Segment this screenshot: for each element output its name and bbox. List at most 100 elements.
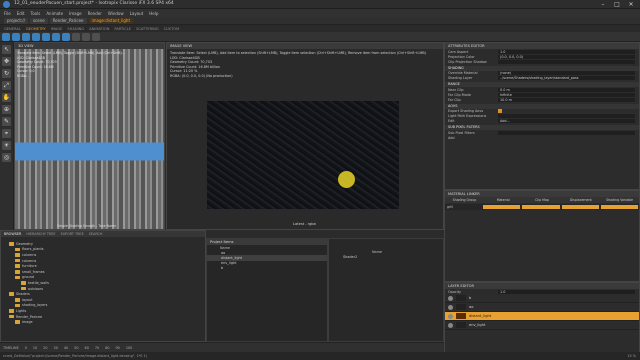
close-button[interactable]: ✕ xyxy=(624,0,638,9)
visibility-icon[interactable] xyxy=(448,295,453,301)
breadcrumb-item[interactable]: scene xyxy=(29,17,48,24)
attribute-value[interactable] xyxy=(498,59,635,64)
maximize-button[interactable]: □ xyxy=(610,0,624,9)
camera-icon[interactable] xyxy=(82,32,90,41)
attribute-value[interactable] xyxy=(498,130,635,135)
cube-icon[interactable] xyxy=(32,32,40,41)
timeline-frame[interactable]: 90 xyxy=(116,346,120,350)
snap-tool-icon[interactable]: ⌖ xyxy=(2,129,11,138)
menu-render[interactable]: Render xyxy=(88,11,102,16)
layer-item-selected[interactable]: distant_light xyxy=(445,312,639,322)
menu-layout[interactable]: Layout xyxy=(130,11,144,16)
timeline-frame[interactable]: 70 xyxy=(95,346,99,350)
list-item[interactable]: Shader2 xyxy=(329,254,443,259)
timeline-frame[interactable]: 60 xyxy=(85,346,89,350)
menu-file[interactable]: File xyxy=(4,11,11,16)
new-icon[interactable] xyxy=(2,32,10,41)
tab-animation[interactable]: ANIMATION xyxy=(89,27,109,31)
minimize-button[interactable]: – xyxy=(596,0,610,9)
breadcrumb-item[interactable]: project:// xyxy=(4,17,28,24)
viewport-3d[interactable]: 3D VIEW Translate Item: Select (LMB), To… xyxy=(14,42,165,230)
column-header[interactable]: Displacement xyxy=(561,197,600,203)
add-lpe-button[interactable]: Add... xyxy=(498,119,635,124)
timeline[interactable]: TIMELINE 0 10 20 30 40 50 60 70 80 90 10… xyxy=(0,342,444,352)
timeline-frame[interactable]: 0 xyxy=(25,346,27,350)
column-header[interactable]: Shading Variable xyxy=(600,197,639,203)
tab-shading[interactable]: SHADING xyxy=(67,27,84,31)
menu-image[interactable]: Image xyxy=(69,11,82,16)
export-aovs-checkbox[interactable] xyxy=(498,109,502,114)
timeline-frame[interactable]: 10 xyxy=(33,346,37,350)
attribute-value[interactable]: (none) xyxy=(498,71,635,76)
layer-item[interactable]: env_light xyxy=(445,321,639,331)
layer-item[interactable]: b xyxy=(445,294,639,304)
column-header[interactable]: Shading Group xyxy=(445,197,484,203)
attribute-value[interactable]: (0.0, 0.0, 0.0) xyxy=(498,54,635,59)
column-header[interactable]: Material xyxy=(484,197,523,203)
rotate-tool-icon[interactable]: ↻ xyxy=(2,69,11,78)
breadcrumb-item[interactable]: Render_Paricee xyxy=(49,17,87,24)
camera-tool-icon[interactable]: ◎ xyxy=(2,153,11,162)
sphere-icon[interactable] xyxy=(42,32,50,41)
shading-variable-slot[interactable] xyxy=(600,205,639,209)
clip-map-slot[interactable] xyxy=(522,205,560,209)
visibility-icon[interactable] xyxy=(448,322,453,328)
breadcrumb-active-item[interactable]: image:distant_light xyxy=(88,17,134,24)
menu-help[interactable]: Help xyxy=(149,11,158,16)
displacement-slot[interactable] xyxy=(561,205,599,209)
column-header[interactable]: Name xyxy=(332,250,382,254)
tab-scattering[interactable]: SCATTERING xyxy=(136,27,159,31)
timeline-frame[interactable]: 100 xyxy=(126,346,132,350)
list-item[interactable]: b xyxy=(207,266,327,271)
timeline-frame[interactable]: 50 xyxy=(74,346,78,350)
move-tool-icon[interactable]: ✥ xyxy=(2,57,11,66)
layer-item[interactable]: ao xyxy=(445,303,639,313)
paint-tool-icon[interactable]: ✎ xyxy=(2,117,11,126)
tab-particle[interactable]: PARTICLE xyxy=(114,27,131,31)
menu-edit[interactable]: Edit xyxy=(17,11,25,16)
tab-geometry[interactable]: GEOMETRY xyxy=(26,27,46,31)
light-icon[interactable] xyxy=(72,32,80,41)
column-header[interactable]: Clip Map xyxy=(523,197,562,203)
tab-export-tree[interactable]: EXPORT TREE xyxy=(61,231,84,237)
cylinder-icon[interactable] xyxy=(52,32,60,41)
timeline-frame[interactable]: 80 xyxy=(105,346,109,350)
timeline-frame[interactable]: 20 xyxy=(43,346,47,350)
zoom-tool-icon[interactable]: ⊕ xyxy=(2,105,11,114)
material-slot[interactable] xyxy=(483,205,521,209)
pan-tool-icon[interactable]: ✋ xyxy=(2,93,11,102)
tab-custom[interactable]: CUSTOM xyxy=(164,27,180,31)
attribute-value[interactable]: 1.0 xyxy=(498,49,635,54)
attribute-value[interactable]: ../scene/Shaders/shading_layer/standard_… xyxy=(498,76,635,81)
menu-animate[interactable]: Animate xyxy=(46,11,63,16)
tab-hierarchy-tree[interactable]: HIERARCHY TREE xyxy=(26,231,55,237)
timeline-frame[interactable]: 40 xyxy=(64,346,68,350)
tab-browser[interactable]: BROWSER xyxy=(4,231,21,237)
attribute-value[interactable]: 0.0 m xyxy=(498,87,635,92)
attribute-value[interactable] xyxy=(498,114,635,119)
scale-tool-icon[interactable]: ⤢ xyxy=(2,81,11,90)
scatter-icon[interactable] xyxy=(92,32,100,41)
attribute-value[interactable]: Infinite xyxy=(498,92,635,97)
visibility-icon[interactable] xyxy=(448,313,453,319)
plane-icon[interactable] xyxy=(62,32,70,41)
visibility-icon[interactable] xyxy=(448,304,453,310)
tab-image[interactable]: IMAGE xyxy=(51,27,63,31)
light-tool-icon[interactable]: ☀ xyxy=(2,141,11,150)
menu-tools[interactable]: Tools xyxy=(30,11,40,16)
attribute-value[interactable]: 10.0 m xyxy=(498,97,635,102)
column-header[interactable]: Name xyxy=(210,246,230,250)
menu-window[interactable]: Window xyxy=(108,11,124,16)
tab-search[interactable]: SEARCH xyxy=(89,231,103,237)
render-image[interactable] xyxy=(207,101,399,209)
timeline-frame[interactable]: 30 xyxy=(54,346,58,350)
add-filter-button[interactable]: Add xyxy=(448,136,498,140)
save-icon[interactable] xyxy=(22,32,30,41)
opacity-field[interactable]: 1.0 xyxy=(498,289,635,294)
open-icon[interactable] xyxy=(12,32,20,41)
image-view[interactable]: IMAGE VIEW Translate Item: Select (LMB),… xyxy=(166,42,444,230)
select-tool-icon[interactable]: ↖ xyxy=(2,45,11,54)
tree-item[interactable]: image xyxy=(9,319,49,325)
tab-general[interactable]: GENERAL xyxy=(4,27,21,31)
table-row[interactable]: grill xyxy=(445,204,639,210)
